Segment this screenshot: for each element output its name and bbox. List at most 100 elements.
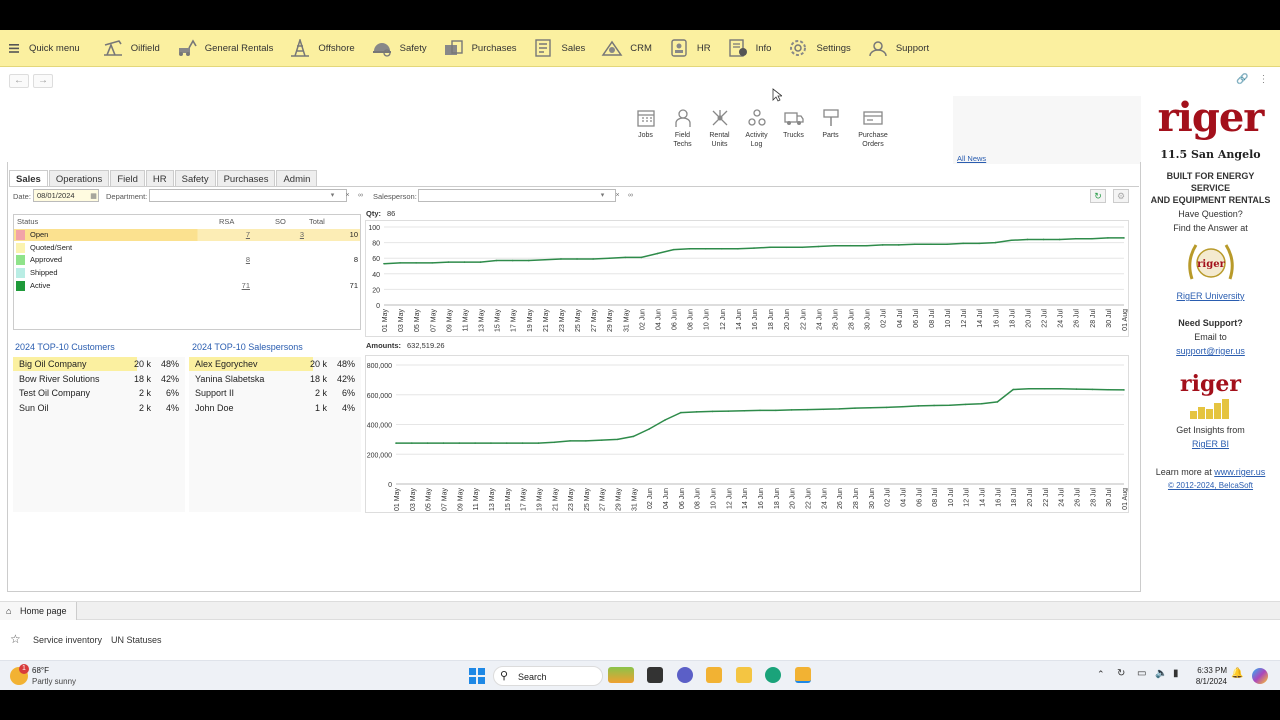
clock-time[interactable]: 6:33 PM xyxy=(1193,666,1227,675)
menu-info[interactable]: Info xyxy=(719,30,780,67)
widget-app-icon[interactable] xyxy=(608,667,634,683)
toolbar-field-techs[interactable]: Field Techs xyxy=(664,108,701,149)
department-label: Department: xyxy=(106,192,148,201)
tab-purchases[interactable]: Purchases xyxy=(216,170,276,186)
link-icon[interactable]: ∞ xyxy=(355,190,366,201)
tab-home-page[interactable]: ⌂ Home page xyxy=(0,602,78,620)
riger-bi-link[interactable]: RigER BI xyxy=(1141,439,1280,449)
university-link[interactable]: RigER University xyxy=(1141,291,1280,301)
favorite-service-inventory[interactable]: Service inventory xyxy=(33,635,102,645)
favorite-un-statuses[interactable]: UN Statuses xyxy=(111,635,162,645)
taskbar-search[interactable]: ⚲ Search xyxy=(493,666,603,686)
tab-field[interactable]: Field xyxy=(110,170,145,186)
list-item[interactable]: Support II 2 k 6% xyxy=(189,386,361,400)
chevron-down-icon[interactable]: ▾ xyxy=(597,190,608,201)
tab-hr[interactable]: HR xyxy=(145,170,174,186)
clear-icon[interactable]: × xyxy=(342,190,353,201)
list-item[interactable]: Big Oil Company 20 k 48% xyxy=(13,357,185,371)
menu-safety[interactable]: Safety xyxy=(363,30,435,67)
volume-icon[interactable]: 🔈 xyxy=(1155,668,1167,679)
edge-browser-icon[interactable] xyxy=(765,667,781,683)
menu-support[interactable]: Support xyxy=(859,30,937,67)
toolbar-rental-units[interactable]: Rental Units xyxy=(701,108,738,149)
x-tick-label: 07 May xyxy=(430,309,437,332)
menu-offshore[interactable]: Offshore xyxy=(281,30,362,67)
salesperson-select[interactable] xyxy=(418,189,616,202)
toolbar-jobs[interactable]: Jobs xyxy=(627,108,664,149)
menu-crm[interactable]: CRM xyxy=(593,30,660,67)
data-point xyxy=(849,244,852,247)
x-tick-label: 28 Jul xyxy=(1090,309,1097,328)
tab-operations[interactable]: Operations xyxy=(48,170,110,186)
star-icon[interactable]: ☆ xyxy=(10,632,21,646)
clear-icon[interactable]: × xyxy=(612,190,623,201)
sync-icon[interactable]: ↻ xyxy=(1117,668,1125,679)
copyright-link[interactable]: © 2012-2024, BelcaSoft xyxy=(1141,481,1280,490)
windows-start-icon[interactable] xyxy=(469,668,485,684)
network-icon[interactable]: ▭ xyxy=(1137,668,1146,679)
x-tick-label: 29 May xyxy=(607,309,614,332)
x-tick-label: 06 Jun xyxy=(672,309,679,330)
website-link[interactable]: www.riger.us xyxy=(1214,467,1265,477)
forward-button[interactable]: → xyxy=(33,74,53,88)
learn-more-text: Learn more at xyxy=(1155,467,1212,477)
clock-date[interactable]: 8/1/2024 xyxy=(1191,677,1227,686)
copilot-icon[interactable] xyxy=(1252,668,1268,684)
list-item-amount: 18 k xyxy=(133,373,151,384)
menu-quick-menu[interactable]: Quick menu xyxy=(0,30,88,67)
menu-purchases[interactable]: Purchases xyxy=(435,30,525,67)
status-rsa-count[interactable]: 71 xyxy=(236,280,250,292)
list-item[interactable]: Sun Oil 2 k 4% xyxy=(13,401,185,415)
menu-general-rentals[interactable]: General Rentals xyxy=(168,30,282,67)
top-salespersons-title[interactable]: 2024 TOP-10 Salespersons xyxy=(192,342,303,352)
settings-button[interactable]: ⚙ xyxy=(1113,189,1129,203)
support-email-link[interactable]: support@riger.us xyxy=(1141,346,1280,356)
list-item[interactable]: Test Oil Company 2 k 6% xyxy=(13,386,185,400)
calendar-icon[interactable]: ▦ xyxy=(88,191,99,202)
status-row[interactable]: Quoted/Sent xyxy=(14,242,360,254)
menu-hr[interactable]: HR xyxy=(660,30,719,67)
status-row[interactable]: Approved 8 8 xyxy=(14,254,360,266)
chevron-down-icon[interactable]: ▾ xyxy=(327,190,338,201)
chat-icon[interactable] xyxy=(677,667,693,683)
status-row[interactable]: Shipped xyxy=(14,267,360,279)
refresh-button[interactable]: ↻ xyxy=(1090,189,1106,203)
menu-settings[interactable]: Settings xyxy=(779,30,858,67)
terminal-icon[interactable] xyxy=(647,667,663,683)
toolbar-parts[interactable]: Parts xyxy=(812,108,849,149)
top-customers-title[interactable]: 2024 TOP-10 Customers xyxy=(15,342,115,352)
list-item-amount: 2 k xyxy=(138,402,151,413)
battery-icon[interactable]: ▮ xyxy=(1173,668,1179,679)
back-button[interactable]: ← xyxy=(9,74,29,88)
list-item[interactable]: John Doe 1 k 4% xyxy=(189,401,361,415)
toolbar-trucks[interactable]: Trucks xyxy=(775,108,812,149)
list-item[interactable]: Yanina Slabetska 18 k 42% xyxy=(189,372,361,386)
department-select[interactable] xyxy=(149,189,347,202)
link-icon[interactable]: ∞ xyxy=(625,190,636,201)
tab-sales[interactable]: Sales xyxy=(9,170,48,186)
status-rsa-count[interactable]: 8 xyxy=(236,254,250,266)
menu-oilfield[interactable]: Oilfield xyxy=(94,30,168,67)
toolbar-label: Trucks xyxy=(783,132,804,139)
bell-icon[interactable]: 🔔 xyxy=(1231,668,1243,679)
status-row[interactable]: Open 7 3 10 xyxy=(14,229,360,241)
toolbar-activity-log[interactable]: Activity Log xyxy=(738,108,775,149)
status-rsa-count[interactable]: 7 xyxy=(236,229,250,241)
x-tick-label: 26 Jul xyxy=(1075,488,1082,507)
menu-sales[interactable]: Sales xyxy=(524,30,593,67)
chevron-up-icon[interactable]: ⌃ xyxy=(1097,669,1105,680)
data-point xyxy=(521,442,524,444)
folder-icon[interactable] xyxy=(736,667,752,683)
toolbar-purchase-orders[interactable]: Purchase Orders xyxy=(849,108,897,149)
status-so-count[interactable]: 3 xyxy=(292,229,304,241)
list-item-name: Sun Oil xyxy=(19,402,49,413)
list-item[interactable]: Alex Egorychev 20 k 48% xyxy=(189,357,361,371)
list-item[interactable]: Bow River Solutions 18 k 42% xyxy=(13,372,185,386)
excavator-icon xyxy=(176,38,198,58)
tab-admin[interactable]: Admin xyxy=(276,170,318,186)
status-row[interactable]: Active 71 71 xyxy=(14,280,360,292)
data-point xyxy=(711,410,714,413)
riger-active-app-icon[interactable] xyxy=(795,667,811,683)
tab-safety[interactable]: Safety xyxy=(174,170,216,186)
riger-app-icon[interactable] xyxy=(706,667,722,683)
